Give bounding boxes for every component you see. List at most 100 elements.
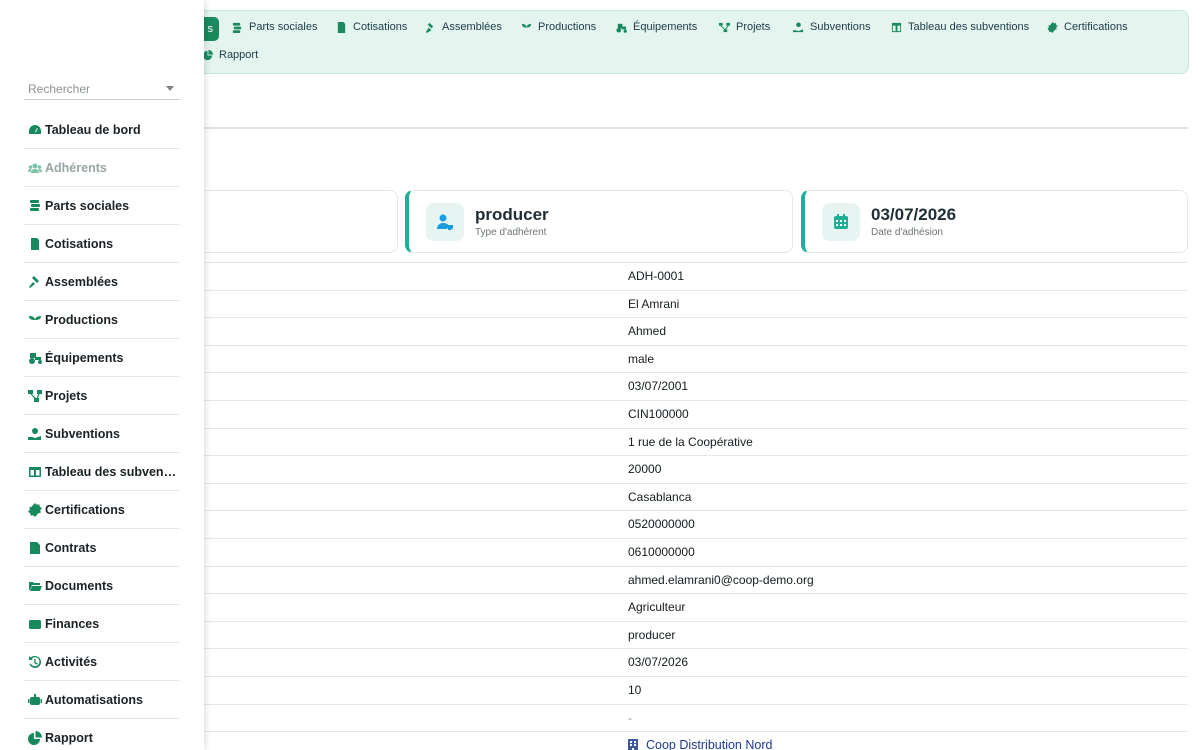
sidebar: Rechercher Tableau de bord Adhérents Par… <box>0 0 204 750</box>
topnav-item-equipements[interactable]: Équipements <box>616 21 697 33</box>
detail-phone: 0520000000 <box>628 517 695 532</box>
topnav-item-rapport[interactable]: Rapport <box>202 49 258 61</box>
topnav-item-subventions[interactable]: Subventions <box>793 21 871 33</box>
table-row: producer <box>204 620 1188 649</box>
calendar-icon <box>822 203 860 241</box>
detail-city: Casablanca <box>628 489 692 504</box>
table-row: CIN100000 <box>204 399 1188 428</box>
topnav-item-tableau-subventions[interactable]: Tableau des subventions <box>891 21 1029 33</box>
invoice-icon <box>337 21 346 33</box>
detail-postal-code: 20000 <box>628 462 662 477</box>
building-icon <box>628 739 638 750</box>
sidebar-item-finances[interactable]: Finances <box>24 605 180 643</box>
detail-empty-value: - <box>628 710 632 725</box>
table-row: 03/07/2001 <box>204 372 1188 400</box>
detail-id-number: CIN100000 <box>628 406 689 421</box>
table-row: - <box>204 703 1188 732</box>
folder-open-icon <box>29 581 42 591</box>
sidebar-item-contrats[interactable]: Contrats <box>24 529 180 567</box>
table-row: Coop Distribution Nord <box>204 731 1188 750</box>
detail-member-number: ADH-0001 <box>628 269 685 283</box>
file-signature-icon <box>30 541 40 554</box>
join-date-value: 03/07/2026 <box>871 205 957 224</box>
sidebar-item-documents[interactable]: Documents <box>24 567 180 605</box>
detail-profession: Agriculteur <box>628 600 686 615</box>
table-row: Casablanca <box>204 482 1188 511</box>
search-placeholder: Rechercher <box>28 81 91 96</box>
caret-down-icon <box>166 86 174 91</box>
pie-chart-icon <box>28 731 42 745</box>
detail-cooperative-link[interactable]: Coop Distribution Nord <box>628 738 772 750</box>
table-row: Agriculteur <box>204 593 1188 621</box>
table-row: 03/07/2026 <box>204 648 1188 676</box>
topnav-item-assemblees[interactable]: Assemblées <box>425 21 502 33</box>
certificate-icon <box>28 502 42 517</box>
sidebar-item-assemblees[interactable]: Assemblées <box>24 263 180 301</box>
sidebar-item-activites[interactable]: Activités <box>24 643 180 681</box>
sidebar-item-subventions[interactable]: Subventions <box>24 415 180 453</box>
table-row: 0520000000 <box>204 510 1188 538</box>
table-row: ahmed.elamrani0@coop-demo.org <box>204 565 1188 594</box>
table-icon <box>891 22 902 32</box>
sidebar-item-adherents[interactable]: Adhérents <box>24 149 180 187</box>
table-icon <box>29 466 41 477</box>
coins-icon <box>30 199 40 211</box>
sidebar-item-rapport[interactable]: Rapport <box>24 719 180 750</box>
sidebar-item-tableau-de-bord[interactable]: Tableau de bord <box>24 111 180 149</box>
detail-gender: male <box>628 351 655 366</box>
tractor-icon <box>29 352 42 364</box>
detail-first-name: Ahmed <box>628 324 667 339</box>
dashboard-icon <box>29 124 41 134</box>
gavel-icon <box>425 22 434 33</box>
project-diagram-icon <box>28 389 42 402</box>
sidebar-item-equipements[interactable]: Équipements <box>24 339 180 377</box>
sidebar-item-parts-sociales[interactable]: Parts sociales <box>24 187 180 225</box>
sidebar-item-certifications[interactable]: Certifications <box>24 491 180 529</box>
detail-address: 1 rue de la Coopérative <box>628 434 753 449</box>
member-type-value: producer <box>475 205 549 224</box>
stat-card-join-date: 03/07/2026 Date d'adhésion <box>801 190 1188 253</box>
search-select[interactable]: Rechercher <box>24 78 180 100</box>
table-row: 10 <box>204 675 1188 704</box>
detail-birth-date: 03/07/2001 <box>628 379 689 394</box>
detail-last-name: El Amrani <box>628 296 680 311</box>
gavel-icon <box>29 275 39 288</box>
sidebar-item-automatisations[interactable]: Automatisations <box>24 681 180 719</box>
topnav-item-cotisations[interactable]: Cotisations <box>336 21 407 33</box>
sidebar-item-productions[interactable]: Productions <box>24 301 180 339</box>
user-tag-icon <box>426 203 464 241</box>
coins-icon <box>232 22 242 33</box>
certificate-icon <box>1047 21 1058 33</box>
wallet-icon <box>29 619 41 629</box>
topnav-item-projets[interactable]: Projets <box>719 21 770 33</box>
sidebar-item-cotisations[interactable]: Cotisations <box>24 225 180 263</box>
member-type-label: Type d'adhérent <box>475 227 547 238</box>
table-row: El Amrani <box>204 289 1188 318</box>
robot-icon <box>28 693 42 705</box>
stat-card-partial <box>200 190 398 253</box>
member-details-table: ADH-0001 El Amrani Ahmed male 03/07/2001… <box>204 262 1188 750</box>
project-diagram-icon <box>719 22 730 32</box>
detail-email: ahmed.elamrani0@coop-demo.org <box>628 572 814 587</box>
join-date-label: Date d'adhésion <box>871 227 943 238</box>
sidebar-item-projets[interactable]: Projets <box>24 377 180 415</box>
seedling-icon <box>521 23 532 33</box>
sidebar-item-tableau-des-subventions[interactable]: Tableau des subventions <box>24 453 180 491</box>
table-row: 0610000000 <box>204 537 1188 566</box>
users-icon <box>28 163 42 173</box>
topnav-item-productions[interactable]: Productions <box>521 21 596 33</box>
table-row: male <box>204 344 1188 373</box>
invoice-icon <box>31 237 39 250</box>
header-divider <box>204 127 1188 129</box>
history-icon <box>29 655 42 668</box>
detail-join-date: 03/07/2026 <box>628 655 689 670</box>
table-row: ADH-0001 <box>204 262 1188 290</box>
detail-shares: 10 <box>628 682 642 697</box>
detail-mobile: 0610000000 <box>628 544 695 559</box>
topnav-item-certifications[interactable]: Certifications <box>1047 21 1128 33</box>
hand-holding-icon <box>28 427 41 440</box>
topnav-item-parts-sociales[interactable]: Parts sociales <box>232 21 317 33</box>
table-row: 20000 <box>204 455 1188 483</box>
top-navigation: s Parts sociales Cotisations Assemblées … <box>150 10 1189 74</box>
detail-member-type: producer <box>628 627 676 642</box>
